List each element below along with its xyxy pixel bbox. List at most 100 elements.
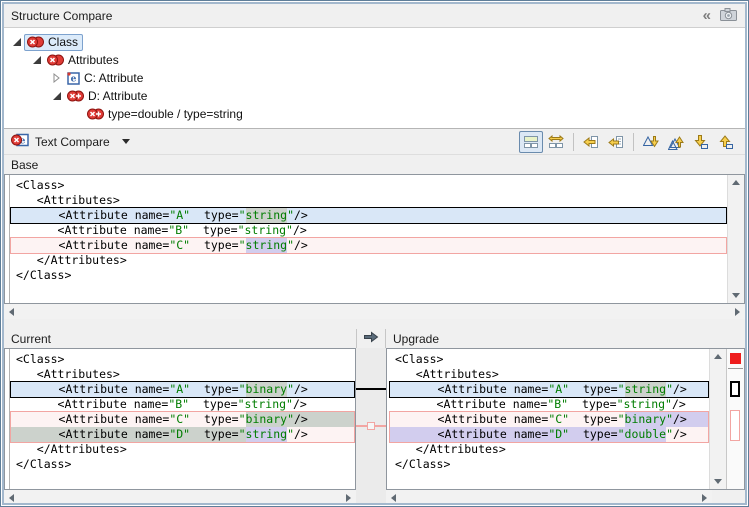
previous-change-button[interactable] bbox=[714, 131, 738, 153]
svg-text:e: e bbox=[71, 74, 77, 84]
overview-conflict-indicator[interactable] bbox=[730, 353, 741, 364]
base-editor[interactable]: <Class> <Attributes> <Attribute name="A"… bbox=[4, 174, 745, 304]
scroll-down-icon[interactable] bbox=[714, 479, 722, 484]
tree-item-label: Attributes bbox=[68, 53, 119, 67]
upgrade-pane-title: Upgrade bbox=[393, 332, 439, 346]
current-code-area[interactable]: <Class> <Attributes> <Attribute name="A"… bbox=[10, 349, 355, 489]
chevron-expanded-icon[interactable] bbox=[30, 55, 44, 65]
tree-item[interactable]: Class bbox=[4, 33, 745, 51]
tree-item-content[interactable]: D: Attribute bbox=[64, 88, 152, 105]
pane-splitter[interactable] bbox=[4, 319, 745, 329]
upgrade-pane-label: Upgrade bbox=[386, 329, 745, 348]
compare-editor-window: Structure Compare « Class Attributes e C: A… bbox=[0, 0, 749, 507]
selected-diff-block[interactable]: <Attribute name="A" type="string"/> bbox=[389, 381, 709, 398]
upgrade-editor[interactable]: <Class> <Attributes> <Attribute name="A"… bbox=[386, 348, 745, 490]
scroll-right-icon[interactable] bbox=[702, 494, 707, 502]
selected-diff-block[interactable]: <Attribute name="A" type="string"/> bbox=[10, 207, 727, 224]
bottom-pane-headers: Current Upgrade bbox=[4, 329, 745, 348]
chevron-expanded-icon[interactable] bbox=[10, 37, 24, 47]
swap-panes-button[interactable] bbox=[544, 131, 568, 153]
conflict-icon bbox=[27, 36, 44, 48]
code-line: </Class> bbox=[389, 457, 709, 472]
upgrade-vertical-scrollbar[interactable] bbox=[709, 349, 726, 489]
overview-selected-diff-marker[interactable] bbox=[730, 381, 740, 397]
code-line: <Attribute name="C" type="binary"/> bbox=[11, 412, 354, 427]
code-line: <Attribute name="B" type="string"/> bbox=[10, 397, 355, 412]
chevron-right-icon[interactable] bbox=[50, 73, 64, 83]
conflict-icon bbox=[47, 54, 64, 66]
copy-current-right-to-left-button[interactable] bbox=[604, 131, 628, 153]
tree-selection[interactable]: Class bbox=[24, 34, 83, 51]
ancestor-pane-toggle-button[interactable] bbox=[519, 131, 543, 153]
tree-item[interactable]: e C: Attribute bbox=[4, 69, 745, 87]
base-pane-title: Base bbox=[11, 158, 38, 172]
scroll-left-icon[interactable] bbox=[9, 308, 14, 316]
current-pane-title: Current bbox=[11, 332, 51, 346]
conflict-add-icon bbox=[67, 90, 84, 102]
text-compare-title[interactable]: Text Compare bbox=[35, 135, 110, 149]
diff-connector-column bbox=[356, 348, 386, 490]
upgrade-horizontal-scrollbar[interactable] bbox=[386, 490, 712, 505]
code-line: <Class> bbox=[389, 352, 709, 367]
text-compare-header: e Text Compare bbox=[4, 128, 745, 155]
conflict-diff-block[interactable]: <Attribute name="C" type="binary"/> <Att… bbox=[389, 411, 709, 443]
conflict-diff-block[interactable]: <Attribute name="C" type="binary"/> <Att… bbox=[10, 411, 355, 443]
overview-conflict-marker[interactable] bbox=[730, 410, 740, 441]
tree-item-label: type=double / type=string bbox=[108, 107, 243, 121]
tree-item-content[interactable]: e C: Attribute bbox=[64, 70, 148, 87]
scroll-up-icon[interactable] bbox=[714, 354, 722, 359]
conflict-connector-handle[interactable] bbox=[367, 422, 375, 430]
base-horizontal-scrollbar[interactable] bbox=[4, 304, 745, 319]
structure-compare-title: Structure Compare bbox=[11, 9, 112, 23]
scroll-left-icon[interactable] bbox=[391, 494, 396, 502]
element-icon: e bbox=[67, 72, 80, 85]
toolbar-separator bbox=[573, 133, 574, 151]
conflict-add-icon bbox=[87, 108, 104, 120]
scroll-right-icon[interactable] bbox=[735, 308, 740, 316]
conflict-diff-block[interactable]: <Attribute name="C" type="string"/> bbox=[10, 237, 727, 254]
tree-item-content[interactable]: type=double / type=string bbox=[84, 106, 248, 123]
tree-item-content[interactable]: Attributes bbox=[44, 52, 124, 69]
copy-all-right-to-left-button[interactable] bbox=[579, 131, 603, 153]
code-line: <Attribute name="C" type="string"/> bbox=[11, 238, 726, 253]
chevron-down-icon[interactable] bbox=[122, 139, 130, 144]
tree-item[interactable]: Attributes bbox=[4, 51, 745, 69]
collapse-all-icon[interactable]: « bbox=[703, 8, 711, 23]
tree-item[interactable]: type=double / type=string bbox=[4, 105, 745, 123]
current-pane-label: Current bbox=[4, 329, 356, 348]
code-line: </Attributes> bbox=[10, 253, 727, 268]
current-editor[interactable]: <Class> <Attributes> <Attribute name="A"… bbox=[4, 348, 356, 490]
code-line: </Attributes> bbox=[389, 442, 709, 457]
code-line: <Attribute name="A" type="string"/> bbox=[11, 208, 726, 223]
tree-item[interactable]: D: Attribute bbox=[4, 87, 745, 105]
scroll-left-icon[interactable] bbox=[9, 494, 14, 502]
structure-compare-tree[interactable]: Class Attributes e C: Attribute D: Attribute… bbox=[4, 29, 745, 128]
next-change-button[interactable] bbox=[689, 131, 713, 153]
bottom-scrollbars bbox=[4, 490, 745, 505]
code-line: <Class> bbox=[10, 352, 355, 367]
scroll-down-icon[interactable] bbox=[732, 293, 740, 298]
scroll-up-icon[interactable] bbox=[732, 180, 740, 185]
code-line: <Attribute name="C" type="binary"/> bbox=[390, 412, 708, 427]
base-pane-label: Base bbox=[4, 155, 745, 174]
tree-item-label: D: Attribute bbox=[88, 89, 147, 103]
change-direction-icon[interactable] bbox=[363, 331, 379, 346]
selected-diff-block[interactable]: <Attribute name="A" type="binary"/> bbox=[10, 381, 355, 398]
previous-difference-button[interactable] bbox=[664, 131, 688, 153]
twisty-spacer bbox=[70, 109, 84, 119]
tree-item-label: Class bbox=[48, 35, 78, 49]
structure-compare-header: Structure Compare « bbox=[4, 4, 745, 28]
code-line: <Attribute name="D" type="double"/> bbox=[390, 427, 708, 442]
upgrade-code-area[interactable]: <Class> <Attributes> <Attribute name="A"… bbox=[387, 349, 709, 489]
chevron-expanded-icon[interactable] bbox=[50, 91, 64, 101]
code-line: <Attribute name="A" type="binary"/> bbox=[11, 382, 354, 397]
current-horizontal-scrollbar[interactable] bbox=[4, 490, 356, 505]
scroll-right-icon[interactable] bbox=[346, 494, 351, 502]
base-code-area[interactable]: <Class> <Attributes> <Attribute name="A"… bbox=[10, 175, 727, 303]
tree-item-label: C: Attribute bbox=[84, 71, 143, 85]
snapshot-camera-icon[interactable] bbox=[720, 8, 737, 24]
overview-separator bbox=[728, 368, 743, 369]
next-difference-button[interactable] bbox=[639, 131, 663, 153]
text-compare-toolbar bbox=[519, 131, 738, 153]
base-vertical-scrollbar[interactable] bbox=[727, 175, 744, 303]
